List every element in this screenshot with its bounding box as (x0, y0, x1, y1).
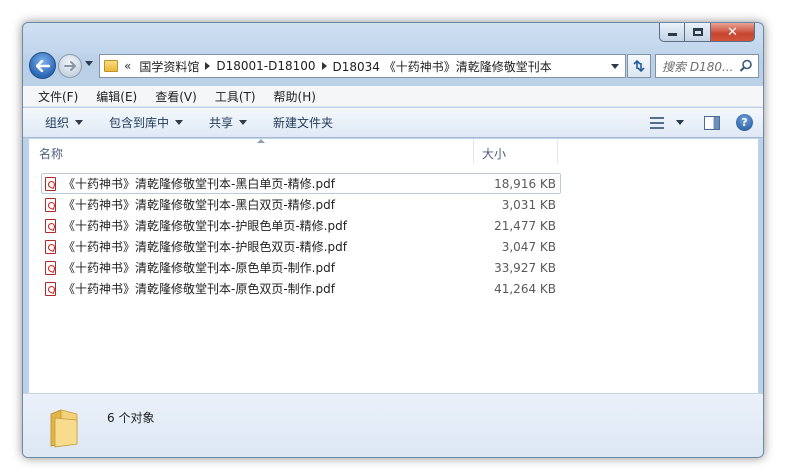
minimize-icon (667, 33, 677, 36)
preview-pane-icon[interactable] (704, 115, 720, 130)
file-list-pane: 名称 大小 《十药神书》清乾隆修敬堂刊本-黑白单页-精修.pdf 18,916 … (29, 139, 758, 393)
menu-file[interactable]: 文件(F) (38, 88, 78, 105)
refresh-icon (633, 60, 645, 72)
navigation-row: « 国学资料馆 D18001-D18100 D18034 《十药神书》清乾隆修敬… (29, 52, 759, 80)
forward-button[interactable] (58, 54, 82, 78)
back-arrow-icon (35, 59, 50, 72)
new-folder-button[interactable]: 新建文件夹 (273, 114, 333, 131)
column-divider[interactable] (557, 139, 558, 163)
file-row[interactable]: 《十药神书》清乾隆修敬堂刊本-原色双页-制作.pdf 41,264 KB (41, 278, 561, 299)
pdf-file-icon (45, 260, 56, 275)
file-list: 《十药神书》清乾隆修敬堂刊本-黑白单页-精修.pdf 18,916 KB 《十药… (41, 173, 561, 299)
menu-view[interactable]: 查看(V) (155, 88, 197, 105)
menu-edit[interactable]: 编辑(E) (96, 88, 137, 105)
column-header-name[interactable]: 名称 (39, 145, 63, 162)
new-folder-label: 新建文件夹 (273, 116, 334, 130)
close-icon: ✕ (727, 24, 738, 40)
address-bar[interactable]: « 国学资料馆 D18001-D18100 D18034 《十药神书》清乾隆修敬… (99, 54, 626, 78)
address-dropdown-icon[interactable] (611, 64, 619, 69)
file-row[interactable]: 《十药神书》清乾隆修敬堂刊本-护眼色单页-精修.pdf 21,477 KB (41, 215, 561, 236)
view-controls: ? (650, 114, 753, 131)
include-in-library-button[interactable]: 包含到库中 (109, 114, 184, 131)
pdf-file-icon (45, 197, 56, 212)
breadcrumb-arrow-icon[interactable] (205, 62, 211, 70)
file-row[interactable]: 《十药神书》清乾隆修敬堂刊本-原色单页-制作.pdf 33,927 KB (41, 257, 561, 278)
menu-tools[interactable]: 工具(T) (215, 88, 256, 105)
file-row[interactable]: 《十药神书》清乾隆修敬堂刊本-护眼色双页-精修.pdf 3,047 KB (41, 236, 561, 257)
forward-arrow-icon (64, 61, 76, 71)
file-size: 41,264 KB (494, 281, 556, 296)
search-icon[interactable] (739, 59, 753, 73)
file-size: 18,916 KB (494, 176, 556, 191)
breadcrumb-item[interactable]: 国学资料馆 (139, 58, 199, 75)
view-dropdown-icon[interactable] (676, 120, 684, 125)
maximize-button[interactable] (685, 23, 711, 42)
file-size: 21,477 KB (494, 218, 556, 233)
sort-ascending-icon (257, 139, 265, 143)
chevron-down-icon (75, 120, 84, 125)
explorer-window: ✕ « 国学资料馆 D18001-D18100 D18034 《十药神书》清乾隆… (22, 22, 764, 458)
maximize-icon (692, 28, 703, 36)
refresh-button[interactable] (627, 54, 651, 78)
file-name: 《十药神书》清乾隆修敬堂刊本-护眼色单页-精修.pdf (63, 219, 347, 233)
view-options-icon[interactable] (650, 116, 664, 129)
file-name: 《十药神书》清乾隆修敬堂刊本-黑白双页-精修.pdf (63, 198, 335, 212)
pdf-file-icon (45, 176, 56, 191)
file-name: 《十药神书》清乾隆修敬堂刊本-护眼色双页-精修.pdf (63, 240, 347, 254)
share-button[interactable]: 共享 (209, 114, 248, 131)
file-row[interactable]: 《十药神书》清乾隆修敬堂刊本-黑白单页-精修.pdf 18,916 KB (41, 173, 561, 194)
search-placeholder: 搜索 D180... (662, 59, 734, 74)
pdf-file-icon (45, 218, 56, 233)
organize-button[interactable]: 组织 (45, 114, 84, 131)
details-pane: 6 个对象 (23, 393, 763, 457)
column-headers: 名称 大小 (29, 139, 758, 163)
breadcrumb-item[interactable]: D18001-D18100 (216, 59, 315, 73)
breadcrumb-item[interactable]: D18034 《十药神书》清乾隆修敬堂刊本 (333, 58, 552, 75)
back-button[interactable] (29, 52, 56, 79)
file-name: 《十药神书》清乾隆修敬堂刊本-原色单页-制作.pdf (63, 261, 335, 275)
file-name: 《十药神书》清乾隆修敬堂刊本-黑白单页-精修.pdf (63, 177, 335, 191)
share-label: 共享 (209, 116, 234, 130)
caption-buttons: ✕ (659, 23, 755, 42)
include-in-library-label: 包含到库中 (109, 116, 170, 130)
file-name: 《十药神书》清乾隆修敬堂刊本-原色双页-制作.pdf (63, 282, 335, 296)
help-icon[interactable]: ? (736, 114, 753, 131)
close-button[interactable]: ✕ (711, 23, 755, 42)
item-count-status: 6 个对象 (107, 411, 155, 425)
breadcrumb-arrow-icon[interactable] (321, 62, 327, 70)
file-size: 3,031 KB (501, 197, 556, 212)
minimize-button[interactable] (659, 23, 685, 42)
chevron-down-icon (175, 120, 184, 125)
file-size: 3,047 KB (501, 239, 556, 254)
search-input[interactable]: 搜索 D180... (655, 54, 759, 78)
pdf-file-icon (45, 239, 56, 254)
column-divider[interactable] (473, 139, 474, 163)
organize-label: 组织 (45, 116, 70, 130)
column-header-size[interactable]: 大小 (482, 145, 506, 162)
folder-icon (50, 409, 78, 448)
menu-help[interactable]: 帮助(H) (274, 88, 316, 105)
pdf-file-icon (45, 281, 56, 296)
recent-pages-dropdown[interactable] (85, 61, 93, 66)
chevron-down-icon (239, 120, 248, 125)
file-size: 33,927 KB (494, 260, 556, 275)
breadcrumb-overflow[interactable]: « (124, 59, 131, 73)
menu-bar: 文件(F) 编辑(E) 查看(V) 工具(T) 帮助(H) (23, 86, 763, 107)
file-row[interactable]: 《十药神书》清乾隆修敬堂刊本-黑白双页-精修.pdf 3,031 KB (41, 194, 561, 215)
command-bar: 组织 包含到库中 共享 新建文件夹 ? (23, 108, 763, 138)
folder-icon (104, 60, 118, 72)
